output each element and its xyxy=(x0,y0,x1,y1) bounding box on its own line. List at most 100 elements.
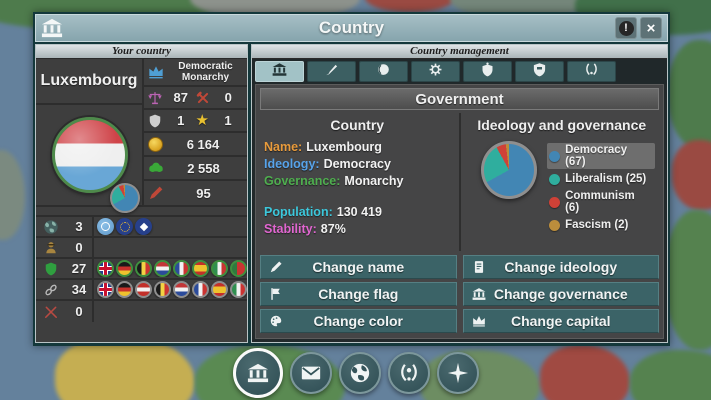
money-value: 6 164 xyxy=(163,137,243,152)
government-section-title: Government xyxy=(260,88,659,110)
spies-count: 0 xyxy=(66,238,94,257)
pacts-count: 34 xyxy=(66,280,94,299)
tab-diplomacy[interactable] xyxy=(567,61,616,82)
chain-link-icon xyxy=(36,283,66,297)
change-flag-button[interactable]: Change flag xyxy=(260,282,457,306)
change-governance-button[interactable]: Change governance xyxy=(463,282,660,306)
close-icon: × xyxy=(647,21,656,36)
wars-count: 0 xyxy=(66,301,94,322)
crown-icon xyxy=(148,64,164,80)
unrest-value: 0 xyxy=(214,90,244,105)
ideology-field: Ideology:Democracy xyxy=(264,156,451,173)
tab-military[interactable] xyxy=(515,61,564,82)
legend-item-communism[interactable]: Communism (6) xyxy=(547,189,655,215)
guarantee-flag[interactable] xyxy=(173,260,190,277)
country-management-header: Country management xyxy=(252,45,667,59)
country-info-column: Country Name:Luxembourg Ideology:Democra… xyxy=(256,113,461,251)
bank-icon xyxy=(247,362,269,384)
bank-icon xyxy=(472,287,486,301)
ideology-mini-pie-chart xyxy=(110,183,140,213)
change-color-button[interactable]: Change color xyxy=(260,309,457,333)
legend-item-fascism[interactable]: Fascism (2) xyxy=(547,218,655,232)
stability-field: Stability:87% xyxy=(264,221,451,238)
pact-flag[interactable] xyxy=(211,281,228,298)
pencil-icon xyxy=(269,260,283,274)
population-field: Population:130 419 xyxy=(264,204,451,221)
close-button[interactable]: × xyxy=(640,17,662,39)
info-button[interactable]: ! xyxy=(615,17,637,39)
change-name-button[interactable]: Change name xyxy=(260,255,457,279)
guarantees-row: 27 xyxy=(36,259,247,280)
guarantee-flag[interactable] xyxy=(97,260,114,277)
pact-flag[interactable] xyxy=(173,281,190,298)
tab-defense[interactable] xyxy=(463,61,512,82)
spy-icon xyxy=(36,241,66,255)
country-window: Country ! × Your country Luxembourg xyxy=(33,12,670,346)
green-shield-icon xyxy=(36,262,66,276)
guarantee-flag[interactable] xyxy=(192,260,209,277)
toolbar-world-button[interactable] xyxy=(339,352,381,394)
paintbrush-icon xyxy=(324,62,339,82)
government-type: Democratic Monarchy xyxy=(168,61,243,83)
manpower-value: 2 558 xyxy=(164,161,243,176)
country-management-panel: Country management xyxy=(251,44,668,343)
toolbar-organizations-button[interactable] xyxy=(388,352,430,394)
bottom-toolbar xyxy=(233,348,479,398)
gear-icon xyxy=(428,62,443,82)
guarantee-flag[interactable] xyxy=(211,260,228,277)
communism-swatch xyxy=(549,197,560,208)
pact-flag[interactable] xyxy=(230,281,247,298)
flag-icon xyxy=(269,287,283,301)
change-ideology-button[interactable]: Change ideology xyxy=(463,255,660,279)
pact-flag[interactable] xyxy=(116,281,133,298)
guarantee-flag[interactable] xyxy=(116,260,133,277)
toolbar-navigate-button[interactable] xyxy=(437,352,479,394)
wars-row: 0 xyxy=(36,301,247,322)
unrest-tools-icon xyxy=(196,91,210,105)
governance-field: Governance:Monarchy xyxy=(264,173,451,190)
organizations-row: 3 xyxy=(36,217,247,238)
compass-icon xyxy=(447,362,469,384)
org-badge[interactable] xyxy=(116,218,133,235)
org-badge[interactable] xyxy=(97,218,114,235)
justice-value: 87 xyxy=(166,90,196,105)
management-buttons: Change name Change ideology Change flag xyxy=(256,251,663,338)
rank-value: 1 xyxy=(213,113,243,128)
guarantee-flag[interactable] xyxy=(154,260,171,277)
tab-government[interactable] xyxy=(255,61,304,82)
spies-row: 0 xyxy=(36,238,247,259)
pact-flag[interactable] xyxy=(192,281,209,298)
tab-culture[interactable] xyxy=(307,61,356,82)
crown-icon xyxy=(472,314,486,328)
pact-flag[interactable] xyxy=(154,281,171,298)
toolbar-government-button[interactable] xyxy=(233,348,283,398)
country-name: Luxembourg xyxy=(36,59,142,105)
guarantee-flag[interactable] xyxy=(230,260,247,277)
info-icon: ! xyxy=(619,21,634,36)
ideology-legend: Democracy (67) Liberalism (25) Communism… xyxy=(547,143,655,232)
guarantee-flag[interactable] xyxy=(135,260,152,277)
pact-flag[interactable] xyxy=(135,281,152,298)
movement-value: 95 xyxy=(164,186,243,201)
defense-shield-icon xyxy=(148,114,162,128)
tab-production[interactable] xyxy=(411,61,460,82)
wreath-icon xyxy=(398,362,420,384)
legend-item-democracy[interactable]: Democracy (67) xyxy=(547,143,655,169)
pact-flag[interactable] xyxy=(97,281,114,298)
ideology-pie-chart xyxy=(481,141,538,199)
bank-icon xyxy=(272,62,287,82)
pacts-row: 34 xyxy=(36,280,247,301)
legend-item-liberalism[interactable]: Liberalism (25) xyxy=(547,172,655,186)
toolbar-messages-button[interactable] xyxy=(290,352,332,394)
defense-value: 1 xyxy=(166,113,196,128)
org-badge[interactable] xyxy=(135,218,152,235)
military-shield-icon xyxy=(532,62,547,82)
guarantees-count: 27 xyxy=(66,259,94,278)
tab-economy[interactable] xyxy=(359,61,408,82)
country-flag[interactable] xyxy=(52,117,128,193)
crossed-swords-icon xyxy=(36,305,66,319)
change-capital-button[interactable]: Change capital xyxy=(463,309,660,333)
ideology-column: Ideology and governance Democracy (67) xyxy=(461,113,664,251)
bank-icon xyxy=(41,17,63,39)
window-title: Country xyxy=(36,18,667,38)
